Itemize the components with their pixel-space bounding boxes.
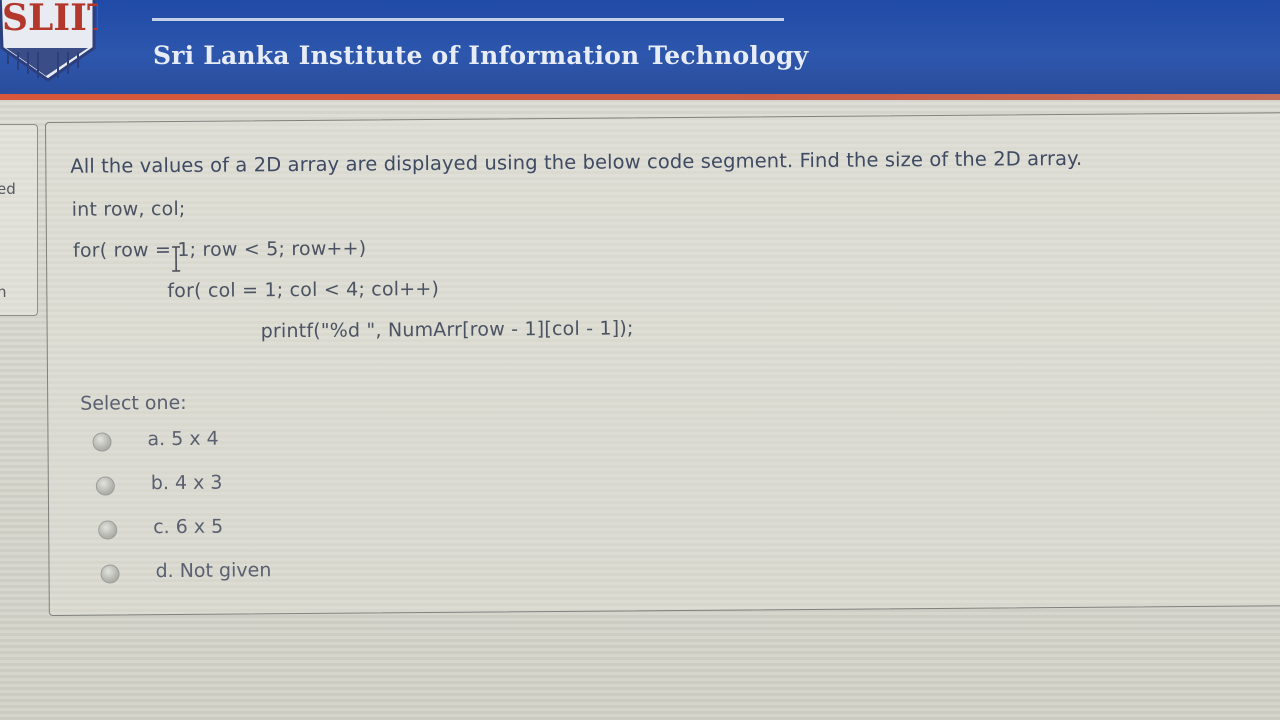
radio-button[interactable] bbox=[92, 432, 112, 452]
code-line: for( row = 1; row < 5; row++) bbox=[72, 237, 367, 262]
radio-button[interactable] bbox=[100, 564, 120, 584]
radio-button[interactable] bbox=[98, 520, 118, 540]
sliit-logo[interactable]: SLIIT bbox=[0, 0, 98, 82]
header-accent-stripe bbox=[0, 94, 1280, 100]
option-label[interactable]: b. 4 x 3 bbox=[151, 472, 223, 495]
header-rule bbox=[152, 18, 784, 21]
code-line: printf("%d ", NumArr[row - 1][col - 1]); bbox=[260, 317, 634, 343]
institute-name: Sri Lanka Institute of Information Techn… bbox=[153, 41, 809, 70]
question-text: All the values of a 2D array are display… bbox=[70, 146, 1083, 178]
text-cursor-icon bbox=[171, 246, 181, 272]
option-c[interactable]: c. 6 x 5 bbox=[98, 513, 498, 544]
code-line: int row, col; bbox=[71, 197, 186, 221]
option-d[interactable]: d. Not given bbox=[100, 557, 500, 588]
option-label[interactable]: a. 5 x 4 bbox=[147, 428, 218, 451]
option-a[interactable]: a. 5 x 4 bbox=[92, 425, 492, 456]
nav-fragment-text: n bbox=[0, 283, 7, 301]
radio-button[interactable] bbox=[95, 476, 115, 496]
code-line: for( col = 1; col < 4; col++) bbox=[167, 277, 440, 303]
logo-text: SLIIT bbox=[2, 0, 98, 39]
site-header: SLIIT Sri Lanka Institute of Information… bbox=[0, 0, 1280, 98]
select-one-label: Select one: bbox=[80, 391, 187, 415]
question-card: All the values of a 2D array are display… bbox=[45, 111, 1280, 616]
option-label[interactable]: d. Not given bbox=[155, 559, 271, 582]
option-b[interactable]: b. 4 x 3 bbox=[95, 469, 496, 500]
option-label[interactable]: c. 6 x 5 bbox=[153, 516, 223, 539]
quiz-navigation-block: ed n bbox=[0, 124, 38, 316]
quiz-screen: SLIIT Sri Lanka Institute of Information… bbox=[0, 0, 1280, 720]
nav-fragment-text: ed bbox=[0, 180, 16, 198]
